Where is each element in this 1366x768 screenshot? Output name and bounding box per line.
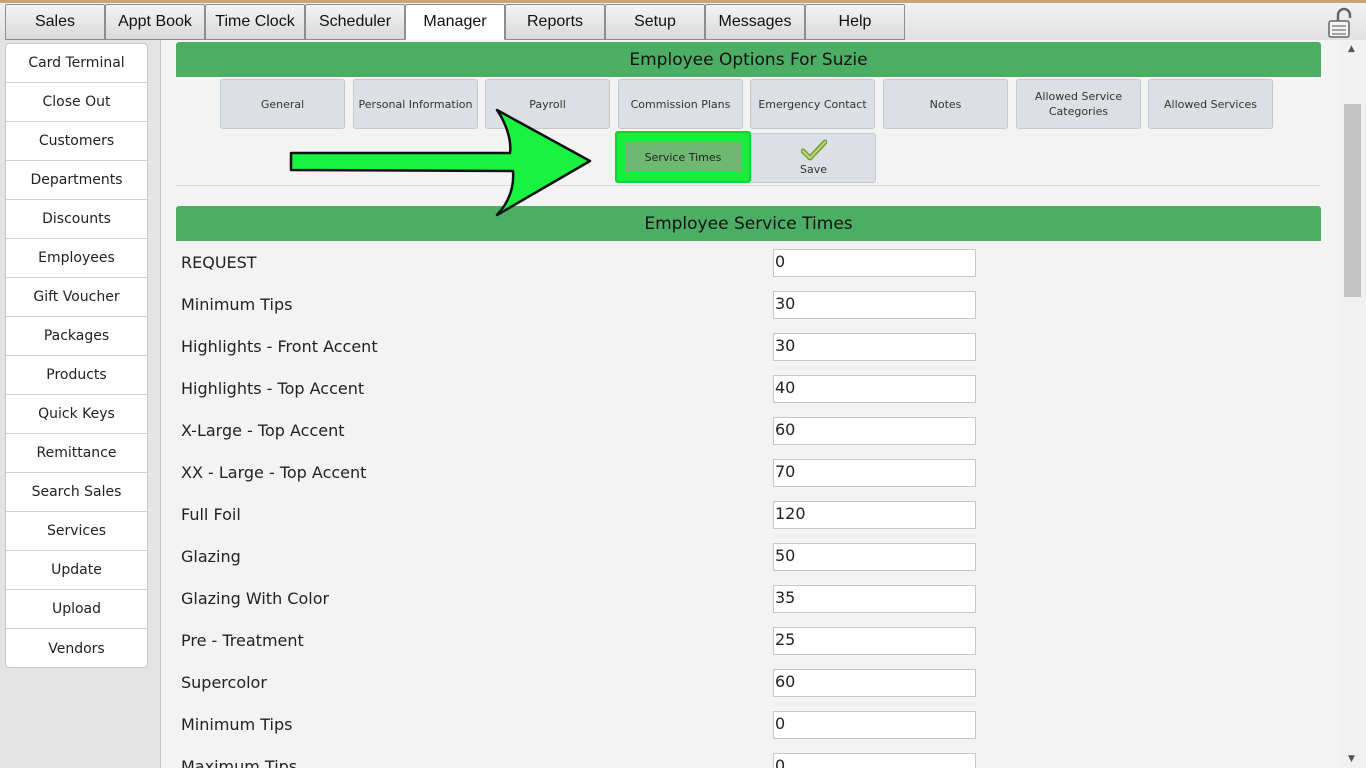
service-time-input[interactable]: 30 [773, 291, 976, 319]
service-time-input[interactable]: 60 [773, 417, 976, 445]
sidebar-item-quick-keys[interactable]: Quick Keys [6, 395, 147, 434]
sidebar-item-employees[interactable]: Employees [6, 239, 147, 278]
service-time-input[interactable]: 30 [773, 333, 976, 361]
save-button[interactable]: Save [751, 133, 876, 183]
sidebar-item-upload[interactable]: Upload [6, 590, 147, 629]
notes-button[interactable]: Notes [883, 79, 1008, 129]
allowed-service-categories-button[interactable]: Allowed Service Categories [1016, 79, 1141, 129]
sidebar-item-card-terminal[interactable]: Card Terminal [6, 44, 147, 83]
service-label: Minimum Tips [181, 295, 293, 314]
service-time-input[interactable]: 40 [773, 375, 976, 403]
service-time-input[interactable]: 25 [773, 627, 976, 655]
service-time-input[interactable]: 70 [773, 459, 976, 487]
tab-time-clock[interactable]: Time Clock [205, 4, 305, 40]
sidebar-item-remittance[interactable]: Remittance [6, 434, 147, 473]
service-time-input[interactable]: 0 [773, 249, 976, 277]
service-time-input[interactable]: 50 [773, 543, 976, 571]
top-menu-bar: Sales Appt Book Time Clock Scheduler Man… [0, 0, 1366, 40]
arrow-annotation [289, 108, 592, 217]
service-label: X-Large - Top Accent [181, 421, 345, 440]
tab-messages[interactable]: Messages [705, 4, 805, 40]
service-label: Glazing With Color [181, 589, 330, 608]
sidebar-item-gift-voucher[interactable]: Gift Voucher [6, 278, 147, 317]
commission-plans-button[interactable]: Commission Plans [618, 79, 743, 129]
service-label: Glazing [181, 547, 241, 566]
sidebar-item-customers[interactable]: Customers [6, 122, 147, 161]
service-label: Minimum Tips [181, 715, 293, 734]
tab-reports[interactable]: Reports [505, 4, 605, 40]
service-time-input[interactable]: 35 [773, 585, 976, 613]
tab-manager[interactable]: Manager [405, 4, 505, 40]
employee-options-header: Employee Options For Suzie [176, 42, 1321, 77]
checkmark-icon [800, 139, 827, 161]
sidebar-item-vendors[interactable]: Vendors [6, 629, 147, 668]
scroll-up-arrow-icon[interactable]: ▲ [1348, 44, 1355, 54]
sidebar-item-services[interactable]: Services [6, 512, 147, 551]
service-label: Highlights - Top Accent [181, 379, 365, 398]
service-time-input[interactable]: 120 [773, 501, 976, 529]
emergency-contact-button[interactable]: Emergency Contact [750, 79, 875, 129]
tab-appt-book[interactable]: Appt Book [105, 4, 205, 40]
tab-setup[interactable]: Setup [605, 4, 705, 40]
service-label: REQUEST [181, 253, 257, 272]
service-label: Supercolor [181, 673, 267, 692]
sidebar-item-close-out[interactable]: Close Out [6, 83, 147, 122]
tab-sales[interactable]: Sales [5, 4, 105, 40]
sidebar-item-discounts[interactable]: Discounts [6, 200, 147, 239]
sidebar-item-update[interactable]: Update [6, 551, 147, 590]
service-label: Full Foil [181, 505, 241, 524]
service-time-input[interactable]: 60 [773, 669, 976, 697]
vertical-scrollbar[interactable]: ▲ ▼ [1340, 40, 1366, 768]
save-label: Save [799, 163, 827, 176]
scrollbar-thumb[interactable] [1344, 104, 1361, 297]
service-times-label: Service Times [624, 142, 742, 172]
allowed-services-button[interactable]: Allowed Services [1148, 79, 1273, 129]
tab-help[interactable]: Help [805, 4, 905, 40]
service-label: XX - Large - Top Accent [181, 463, 367, 482]
lock-icon[interactable] [1327, 7, 1357, 39]
service-time-input[interactable]: 0 [773, 711, 976, 739]
service-times-button[interactable]: Service Times [615, 131, 751, 183]
sidebar-nav: Card Terminal Close Out Customers Depart… [5, 43, 148, 668]
sidebar-item-departments[interactable]: Departments [6, 161, 147, 200]
tab-scheduler[interactable]: Scheduler [305, 4, 405, 40]
service-label: Maximum Tips [181, 757, 298, 768]
sidebar-item-packages[interactable]: Packages [6, 317, 147, 356]
scroll-down-arrow-icon[interactable]: ▼ [1348, 754, 1355, 764]
sidebar-item-search-sales[interactable]: Search Sales [6, 473, 147, 512]
sidebar-item-products[interactable]: Products [6, 356, 147, 395]
service-label: Pre - Treatment [181, 631, 304, 650]
service-label: Highlights - Front Accent [181, 337, 378, 356]
service-time-input[interactable]: 0 [773, 753, 976, 768]
